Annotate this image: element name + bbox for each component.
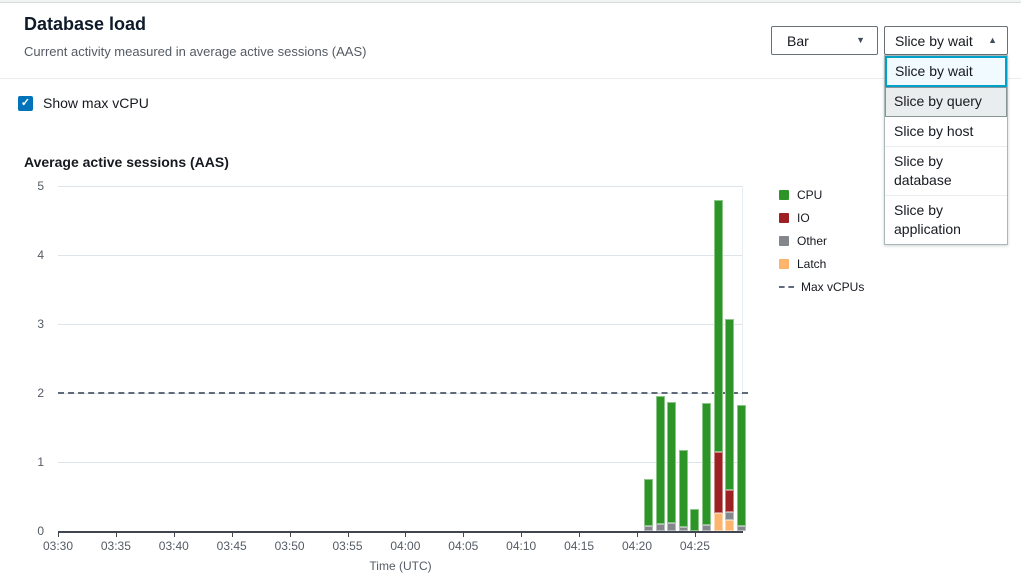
bar-segment-cpu[interactable] xyxy=(644,479,653,526)
x-tick-label: 04:25 xyxy=(673,539,717,553)
x-tick-mark xyxy=(348,533,349,537)
database-load-panel: Database load Current activity measured … xyxy=(0,0,1021,585)
gridline xyxy=(58,255,743,256)
slice-option-slice-by-application[interactable]: Slice by application xyxy=(885,196,1007,244)
bar-segment-other[interactable] xyxy=(667,523,676,531)
x-tick-mark xyxy=(405,533,406,537)
chart-legend: CPU IO Other Latch Max vCPUs xyxy=(779,188,864,303)
y-tick-label: 3 xyxy=(16,317,44,331)
bar-segment-cpu[interactable] xyxy=(702,403,711,525)
x-tick-label: 04:10 xyxy=(499,539,543,553)
bar-segment-latch[interactable] xyxy=(725,520,734,531)
x-tick-mark xyxy=(232,533,233,537)
bar-segment-io[interactable] xyxy=(725,490,734,511)
x-tick-mark xyxy=(695,533,696,537)
legend-color-swatch-icon xyxy=(779,236,789,246)
x-tick-mark xyxy=(521,533,522,537)
y-tick-label: 1 xyxy=(16,455,44,469)
slice-by-dropdown: Slice by waitSlice by querySlice by host… xyxy=(884,55,1008,245)
legend-dashed-line-icon xyxy=(779,286,794,288)
legend-label: IO xyxy=(797,211,810,225)
x-tick-mark xyxy=(637,533,638,537)
legend-label: Max vCPUs xyxy=(801,280,864,294)
aas-chart: 03:30 03:35 03:40 03:45 03:50 03:55 04:00 04:05… xyxy=(0,0,1021,585)
legend-item-other[interactable]: Other xyxy=(779,234,864,247)
bar-segment-cpu[interactable] xyxy=(737,405,746,526)
legend-color-swatch-icon xyxy=(779,213,789,223)
x-tick-mark xyxy=(579,533,580,537)
bar-segment-other[interactable] xyxy=(725,512,734,520)
bar-segment-io[interactable] xyxy=(714,452,723,513)
x-tick-mark xyxy=(463,533,464,537)
x-tick-mark xyxy=(58,533,59,537)
x-tick-label: 03:50 xyxy=(268,539,312,553)
bar-segment-cpu[interactable] xyxy=(667,402,676,523)
legend-item-latch[interactable]: Latch xyxy=(779,257,864,270)
bar-segment-other[interactable] xyxy=(656,524,665,531)
x-tick-label: 04:20 xyxy=(615,539,659,553)
gridline xyxy=(58,324,743,325)
slice-option-slice-by-wait[interactable]: Slice by wait xyxy=(885,56,1007,87)
legend-label: CPU xyxy=(797,188,822,202)
x-tick-label: 04:00 xyxy=(383,539,427,553)
slice-option-slice-by-database[interactable]: Slice by database xyxy=(885,147,1007,196)
x-tick-label: 03:55 xyxy=(326,539,370,553)
bar-segment-latch[interactable] xyxy=(714,513,723,531)
x-axis-line xyxy=(58,531,743,533)
x-tick-label: 03:30 xyxy=(36,539,80,553)
x-tick-label: 04:15 xyxy=(557,539,601,553)
legend-color-swatch-icon xyxy=(779,259,789,269)
legend-label: Other xyxy=(797,234,827,248)
x-tick-mark xyxy=(174,533,175,537)
legend-item-max-vcpus[interactable]: Max vCPUs xyxy=(779,280,864,293)
max-vcpu-line xyxy=(58,392,748,394)
legend-label: Latch xyxy=(797,257,826,271)
bar-segment-cpu[interactable] xyxy=(656,396,665,524)
x-tick-label: 03:40 xyxy=(152,539,196,553)
slice-option-slice-by-host[interactable]: Slice by host xyxy=(885,117,1007,147)
bar-segment-cpu[interactable] xyxy=(725,319,734,491)
bar-segment-cpu[interactable] xyxy=(714,200,723,453)
legend-item-io[interactable]: IO xyxy=(779,211,864,224)
y-tick-label: 4 xyxy=(16,248,44,262)
y-tick-label: 5 xyxy=(16,179,44,193)
x-tick-mark xyxy=(290,533,291,537)
bar-segment-cpu[interactable] xyxy=(690,509,699,531)
y-tick-label: 0 xyxy=(16,524,44,538)
y-tick-label: 2 xyxy=(16,386,44,400)
legend-color-swatch-icon xyxy=(779,190,789,200)
gridline xyxy=(58,186,743,187)
x-tick-mark xyxy=(116,533,117,537)
gridline xyxy=(58,462,743,463)
x-tick-label: 04:05 xyxy=(441,539,485,553)
x-tick-label: 03:35 xyxy=(94,539,138,553)
slice-option-slice-by-query[interactable]: Slice by query xyxy=(885,87,1007,117)
bar-segment-cpu[interactable] xyxy=(679,450,688,527)
legend-item-cpu[interactable]: CPU xyxy=(779,188,864,201)
x-tick-label: 03:45 xyxy=(210,539,254,553)
x-axis-title: Time (UTC) xyxy=(301,559,501,573)
